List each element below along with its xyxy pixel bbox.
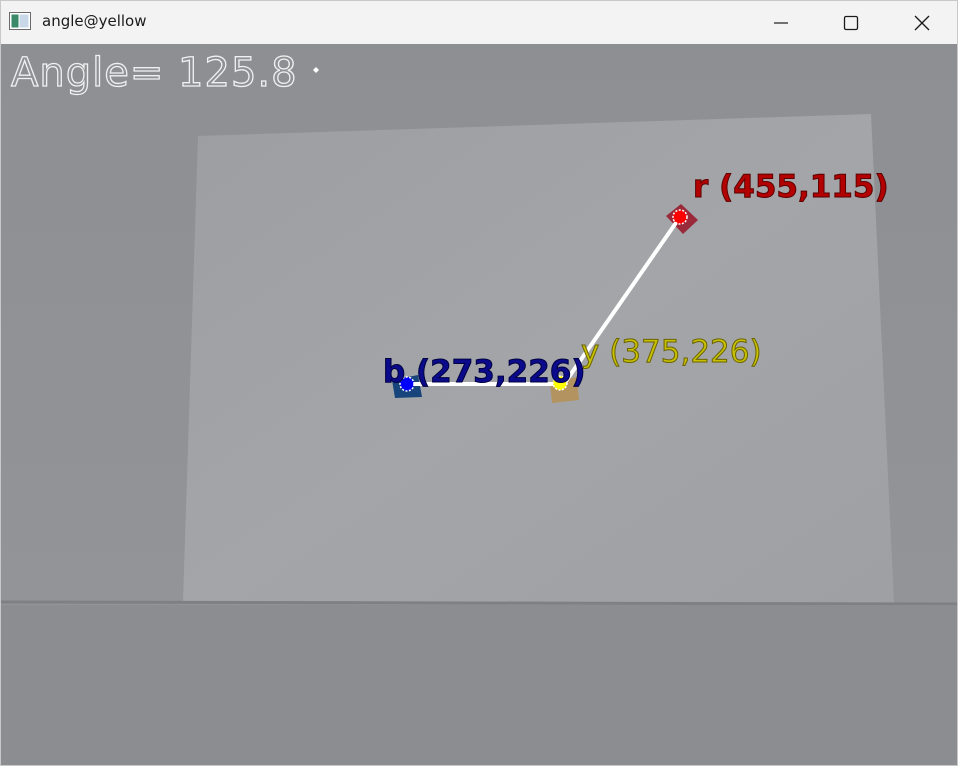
app-window-icon (9, 12, 31, 30)
window-title: angle@yellow (42, 12, 147, 30)
close-button[interactable] (887, 1, 957, 44)
maximize-button[interactable] (816, 1, 886, 44)
yellow-point-label: y (375,226) (581, 334, 763, 370)
title-bar[interactable]: angle@yellow (1, 1, 957, 44)
app-window: angle@yellow Angle= 125.8 r (455,115) y … (0, 0, 958, 766)
table-surface (1, 605, 957, 765)
camera-view: Angle= 125.8 r (455,115) y (375,226) b (… (1, 44, 957, 765)
close-icon (914, 15, 930, 30)
minimize-button[interactable] (746, 1, 816, 44)
blue-point-label: b (273,226) (383, 354, 587, 390)
minimize-icon (774, 21, 788, 24)
camera-scene (1, 44, 957, 765)
table-edge (1, 600, 957, 606)
angle-readout: Angle= 125.8 (10, 50, 298, 96)
maximize-icon (843, 15, 859, 30)
red-point (672, 209, 688, 225)
red-point-label: r (455,115) (693, 169, 890, 205)
